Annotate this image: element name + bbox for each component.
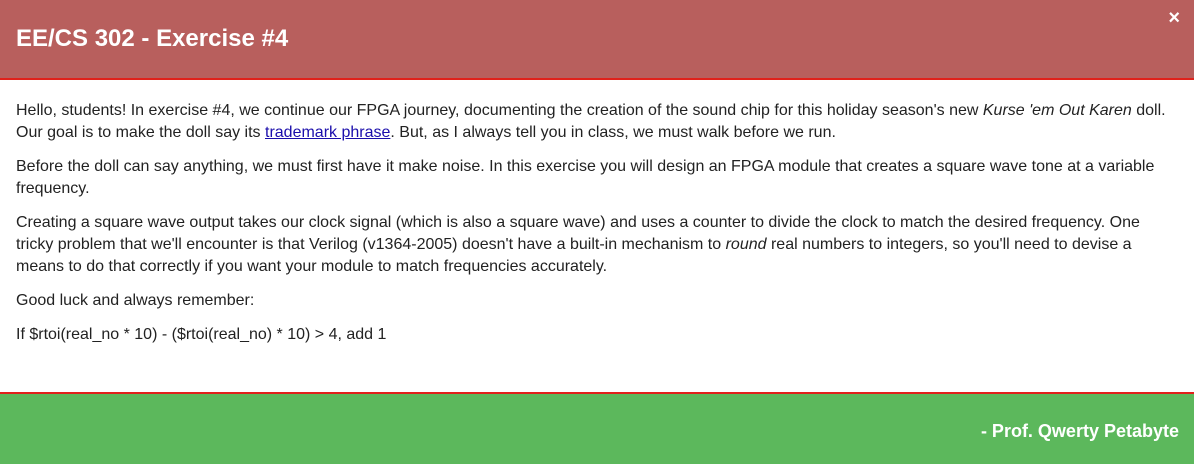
dialog-header: EE/CS 302 - Exercise #4 ×	[0, 0, 1194, 80]
intro-paragraph: Hello, students! In exercise #4, we cont…	[16, 100, 1166, 144]
exercise-dialog: EE/CS 302 - Exercise #4 × Hello, student…	[0, 0, 1194, 464]
square-wave-paragraph: Creating a square wave output takes our …	[16, 212, 1166, 278]
good-luck-paragraph: Good luck and always remember:	[16, 292, 255, 309]
doll-name: Kurse 'em Out Karen	[982, 102, 1132, 119]
intro-text-1: Hello, students! In exercise #4, we cont…	[16, 102, 983, 119]
rounding-formula: If $rtoi(real_no * 10) - ($rtoi(real_no)…	[16, 326, 387, 343]
dialog-title: EE/CS 302 - Exercise #4	[16, 25, 289, 52]
trademark-phrase-link[interactable]: trademark phrase	[265, 124, 390, 141]
dialog-body: Hello, students! In exercise #4, we cont…	[0, 80, 1194, 392]
intro-text-3: . But, as I always tell you in class, we…	[390, 124, 836, 141]
dialog-footer: - Prof. Qwerty Petabyte	[0, 392, 1194, 464]
noise-paragraph: Before the doll can say anything, we mus…	[16, 158, 1155, 197]
close-icon[interactable]: ×	[1168, 6, 1180, 30]
round-word: round	[725, 236, 767, 253]
signature: - Prof. Qwerty Petabyte	[980, 421, 1179, 441]
